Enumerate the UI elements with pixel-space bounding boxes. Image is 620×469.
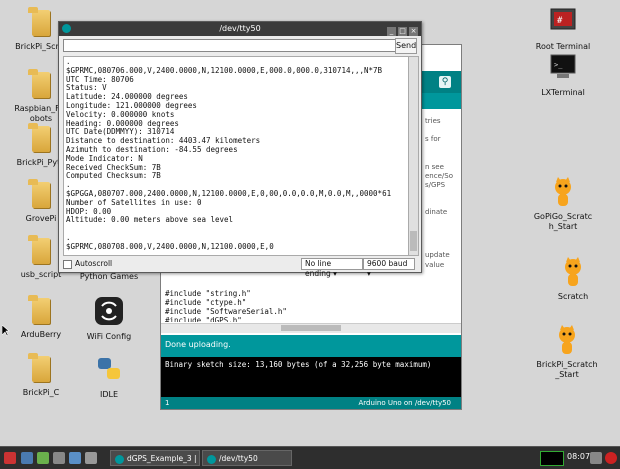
serial-footer: Autoscroll No line ending ▾ 9600 baud ▾ — [63, 258, 417, 278]
baud-value: 9600 baud — [367, 259, 408, 268]
send-button[interactable]: Send — [395, 38, 417, 54]
code-line: #include "ctype.h" — [165, 298, 247, 307]
baud-select[interactable]: 9600 baud ▾ — [363, 258, 415, 278]
console-output: Binary sketch size: 13,160 bytes (of a 3… — [161, 357, 461, 397]
desktop-icon-idle[interactable]: IDLE — [70, 354, 148, 400]
arduino-icon — [115, 454, 124, 464]
board-port: Arduino Uno on /dev/tty50 — [358, 399, 451, 407]
clock: 08:07 — [567, 452, 591, 461]
desktop-icon-label: GoPiGo_Scratc h_Start — [533, 212, 593, 231]
power-icon[interactable] — [605, 452, 617, 464]
windows-icon[interactable] — [69, 452, 81, 464]
python-icon — [94, 354, 124, 388]
terminal-icon: >_ — [548, 52, 578, 86]
desktop-icon-label: WiFi Config — [86, 332, 132, 341]
serial-monitor-window: /dev/tty50 _ □ × Send . $GPRMC,080706.000,… — [58, 21, 422, 278]
desktop-icon-label: BrickPi_Scratch _Start — [536, 360, 598, 379]
checkbox-icon[interactable] — [63, 259, 72, 269]
close-icon[interactable]: × — [409, 27, 418, 36]
code-fragment: n see — [425, 163, 444, 171]
desktop-icon-label: Scratch — [557, 292, 589, 301]
file-manager-icon[interactable] — [21, 452, 33, 464]
desktop-icon-label: Python Games — [79, 272, 139, 281]
desktop-icon-label: IDLE — [99, 390, 119, 399]
desktop-icon-label: ArduBerry — [20, 330, 62, 339]
code-fragment: update — [425, 251, 450, 259]
folder-icon — [26, 6, 56, 40]
desktop-icon-brickpi-c[interactable]: BrickPi_C — [2, 352, 80, 398]
cpu-monitor-icon — [540, 451, 564, 466]
code-fragment: ence/So — [425, 172, 453, 180]
desktop-icon-arduberry[interactable]: ArduBerry — [2, 294, 80, 340]
arduino-icon — [62, 24, 71, 33]
folder-icon — [26, 68, 56, 102]
code-fragment: value — [425, 261, 445, 269]
desktop-icon-root-terminal[interactable]: # Root Terminal — [524, 6, 602, 52]
maximize-icon[interactable]: □ — [398, 27, 407, 36]
window-titlebar[interactable]: /dev/tty50 _ □ × — [59, 22, 421, 36]
network-icon[interactable] — [590, 452, 602, 464]
folder-icon — [26, 234, 56, 268]
ide-footer: 1 Arduino Uno on /dev/tty50 — [161, 397, 461, 409]
wifi-icon — [94, 296, 124, 330]
folder-icon — [26, 294, 56, 328]
status-bar: Done uploading. — [161, 335, 461, 357]
svg-text:>_: >_ — [554, 61, 563, 69]
code-fragment: dinate — [425, 208, 448, 216]
status-text: Done uploading. — [165, 340, 231, 349]
mouse-cursor-icon — [1, 324, 10, 340]
desktop-icon-label: Root Terminal — [535, 42, 591, 51]
taskbar: dGPS_Example_3 | Ard... /dev/tty50 08:07 — [0, 446, 620, 469]
code-line: #include "string.h" — [165, 289, 251, 298]
browser-icon[interactable] — [37, 452, 49, 464]
vertical-scrollbar[interactable] — [408, 56, 419, 256]
svg-text:#: # — [557, 16, 563, 26]
desktop-icon-brickpi-scratch-start[interactable]: BrickPi_Scratch _Start — [528, 324, 606, 380]
folder-icon — [26, 178, 56, 212]
minimize-icon[interactable]: _ — [387, 27, 396, 36]
raspberry-menu-icon[interactable] — [4, 452, 16, 464]
horizontal-scrollbar[interactable] — [161, 323, 461, 333]
window-title: /dev/tty50 — [219, 24, 261, 33]
desktop-icon-lxterminal[interactable]: >_ LXTerminal — [524, 52, 602, 98]
root-terminal-icon: # — [548, 6, 578, 40]
line-number: 1 — [165, 399, 170, 407]
serial-monitor-icon[interactable]: ⚲ — [439, 76, 451, 88]
input-row: Send — [63, 38, 417, 54]
desktop-icon-label: LXTerminal — [541, 88, 585, 97]
scratch-cat-icon — [548, 176, 578, 210]
desktop-icon-label: BrickPi_C — [22, 388, 60, 397]
autoscroll-checkbox[interactable]: Autoscroll — [63, 259, 112, 269]
console-text: Binary sketch size: 13,160 bytes (of a 3… — [165, 360, 432, 369]
desktop-icon-wifi-config[interactable]: WiFi Config — [70, 296, 148, 342]
scratch-cat-icon — [552, 324, 582, 358]
scrollbar-thumb[interactable] — [410, 231, 417, 251]
desktop-icon[interactable] — [53, 452, 65, 464]
code-fragment: s for — [425, 135, 441, 143]
task-label: dGPS_Example_3 | Ard... — [127, 454, 199, 463]
code-fragment: tries — [425, 117, 441, 125]
taskbar-item-ide[interactable]: dGPS_Example_3 | Ard... — [110, 450, 200, 466]
serial-output-text: . $GPRMC,080706.000,V,2400.0000,N,12100.… — [66, 57, 392, 251]
taskbar-item-serial[interactable]: /dev/tty50 — [202, 450, 292, 466]
desktop-icon-gopigo-scratch[interactable]: GoPiGo_Scratc h_Start — [524, 176, 602, 232]
folder-icon — [26, 122, 56, 156]
terminal-launcher-icon[interactable] — [85, 452, 97, 464]
autoscroll-label: Autoscroll — [75, 259, 113, 268]
task-label: /dev/tty50 — [219, 454, 258, 463]
line-ending-value: No line ending — [305, 259, 332, 278]
arduino-icon — [207, 454, 216, 464]
code-line: #include "SoftwareSerial.h" — [165, 307, 287, 316]
serial-input[interactable] — [63, 39, 397, 52]
code-line: #include "dGPS.h" — [165, 316, 242, 322]
code-fragment: s/GPS — [425, 181, 446, 189]
serial-output: . $GPRMC,080706.000,V,2400.0000,N,12100.… — [63, 56, 409, 256]
line-ending-select[interactable]: No line ending ▾ — [301, 258, 363, 278]
scratch-cat-icon — [558, 256, 588, 290]
folder-icon — [26, 352, 56, 386]
desktop-icon-scratch[interactable]: Scratch — [534, 256, 612, 302]
